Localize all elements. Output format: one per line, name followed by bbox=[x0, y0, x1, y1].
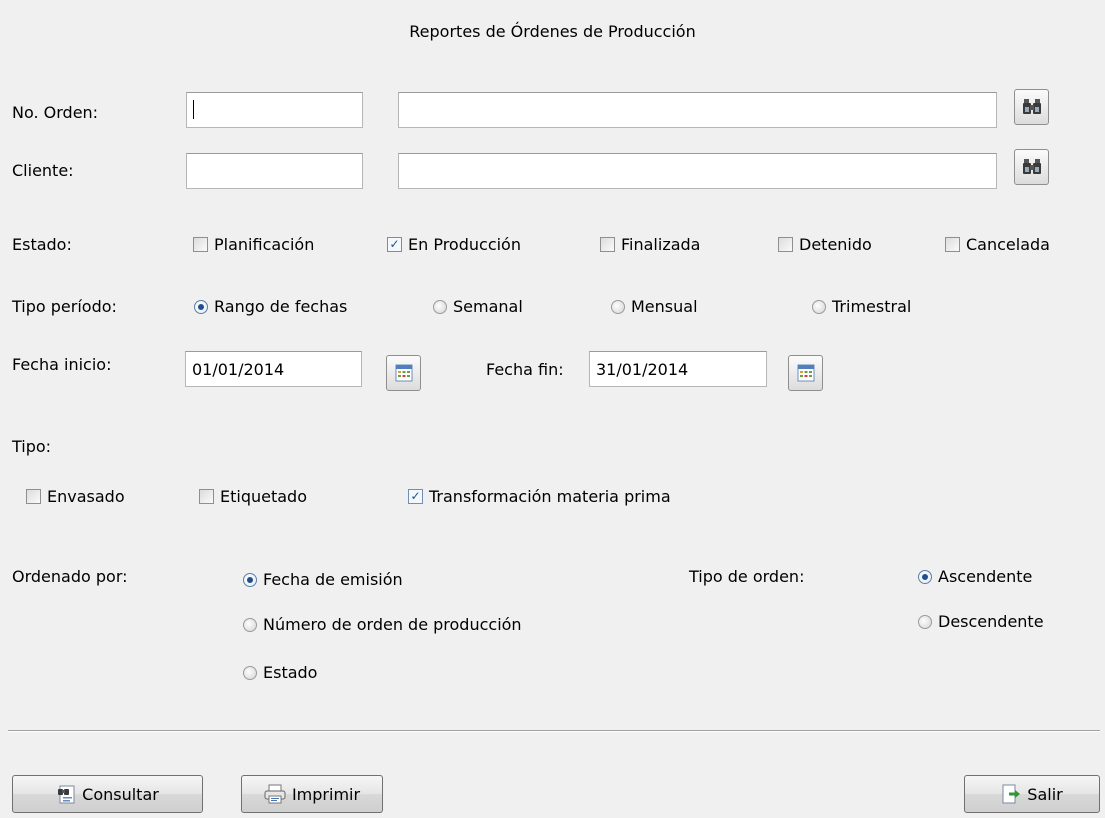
orden-estado-radio[interactable]: Estado bbox=[243, 663, 317, 682]
estado-planificacion-checkbox[interactable]: Planificación bbox=[193, 235, 314, 254]
checkbox-label: Transformación materia prima bbox=[429, 487, 671, 506]
fecha-fin-calendar-button[interactable] bbox=[788, 355, 823, 391]
checkbox-box bbox=[945, 237, 960, 252]
tipo-orden-ascendente-radio[interactable]: Ascendente bbox=[918, 567, 1032, 586]
periodo-trimestral-radio[interactable]: Trimestral bbox=[812, 297, 911, 316]
checkbox-box-checked: ✓ bbox=[387, 237, 402, 252]
orden-code-wrapper bbox=[186, 92, 363, 128]
imprimir-label: Imprimir bbox=[291, 784, 361, 804]
exit-door-icon bbox=[1002, 784, 1021, 804]
calendar-icon bbox=[395, 364, 412, 382]
orden-fecha-emision-radio[interactable]: Fecha de emisión bbox=[243, 570, 403, 589]
radio-circle bbox=[243, 665, 257, 680]
estado-en-produccion-checkbox[interactable]: ✓ En Producción bbox=[387, 235, 521, 254]
consultar-label: Consultar bbox=[82, 784, 159, 804]
radio-circle bbox=[918, 614, 932, 629]
orden-description-input[interactable] bbox=[398, 92, 997, 128]
fecha-fin-label: Fecha fin: bbox=[486, 360, 564, 379]
binoculars-icon bbox=[1022, 99, 1041, 114]
consultar-button[interactable]: Consultar bbox=[12, 775, 203, 813]
checkbox-box bbox=[199, 489, 214, 504]
radio-label: Rango de fechas bbox=[214, 297, 348, 316]
radio-circle bbox=[611, 299, 625, 314]
tipo-orden-descendente-radio[interactable]: Descendente bbox=[918, 612, 1044, 631]
periodo-semanal-radio[interactable]: Semanal bbox=[433, 297, 523, 316]
printer-icon bbox=[264, 784, 286, 804]
radio-label: Ascendente bbox=[938, 567, 1033, 586]
separator-line bbox=[8, 730, 1100, 732]
fecha-inicio-calendar-button[interactable] bbox=[386, 355, 421, 391]
radio-label: Número de orden de producción bbox=[263, 615, 522, 634]
cliente-description-input[interactable] bbox=[398, 153, 997, 189]
cliente-code-input[interactable] bbox=[186, 153, 363, 189]
salir-label: Salir bbox=[1027, 784, 1063, 804]
binoculars-icon bbox=[1022, 159, 1041, 174]
radio-circle bbox=[243, 617, 257, 632]
radio-circle-selected bbox=[918, 569, 932, 584]
checkbox-label: Envasado bbox=[47, 487, 125, 506]
checkbox-box bbox=[778, 237, 793, 252]
fecha-inicio-input[interactable] bbox=[185, 351, 362, 387]
tipo-periodo-label: Tipo período: bbox=[12, 297, 117, 316]
periodo-rango-radio[interactable]: Rango de fechas bbox=[194, 297, 347, 316]
radio-circle bbox=[812, 299, 826, 314]
checkbox-label: Finalizada bbox=[621, 235, 701, 254]
orden-code-input[interactable] bbox=[186, 92, 363, 128]
tipo-envasado-checkbox[interactable]: Envasado bbox=[26, 487, 125, 506]
estado-detenido-checkbox[interactable]: Detenido bbox=[778, 235, 872, 254]
checkbox-label: Etiquetado bbox=[220, 487, 307, 506]
fecha-fin-input[interactable] bbox=[589, 351, 767, 387]
tipo-etiquetado-checkbox[interactable]: Etiquetado bbox=[199, 487, 307, 506]
radio-label: Estado bbox=[263, 663, 318, 682]
radio-circle bbox=[433, 299, 447, 314]
estado-label: Estado: bbox=[12, 235, 72, 254]
checkbox-box bbox=[600, 237, 615, 252]
estado-cancelada-checkbox[interactable]: Cancelada bbox=[945, 235, 1050, 254]
checkbox-label: Planificación bbox=[214, 235, 315, 254]
radio-label: Fecha de emisión bbox=[263, 570, 403, 589]
radio-label: Trimestral bbox=[832, 297, 912, 316]
estado-finalizada-checkbox[interactable]: Finalizada bbox=[600, 235, 700, 254]
tipo-label: Tipo: bbox=[12, 437, 52, 456]
ordenado-por-label: Ordenado por: bbox=[12, 567, 128, 586]
tipo-transformacion-checkbox[interactable]: ✓ Transformación materia prima bbox=[408, 487, 671, 506]
checkbox-box bbox=[26, 489, 41, 504]
binoculars-document-icon bbox=[58, 785, 75, 804]
cliente-search-button[interactable] bbox=[1014, 149, 1049, 185]
checkbox-label: Cancelada bbox=[966, 235, 1050, 254]
radio-circle-selected bbox=[243, 572, 257, 587]
tipo-orden-label: Tipo de orden: bbox=[689, 567, 805, 586]
calendar-icon bbox=[797, 364, 814, 382]
text-caret bbox=[193, 100, 194, 119]
imprimir-button[interactable]: Imprimir bbox=[241, 775, 383, 813]
fecha-inicio-label: Fecha inicio: bbox=[12, 355, 112, 374]
orden-label: No. Orden: bbox=[12, 103, 99, 122]
periodo-mensual-radio[interactable]: Mensual bbox=[611, 297, 698, 316]
orden-numero-radio[interactable]: Número de orden de producción bbox=[243, 615, 522, 634]
checkbox-box-checked: ✓ bbox=[408, 489, 423, 504]
radio-label: Descendente bbox=[938, 612, 1044, 631]
salir-button[interactable]: Salir bbox=[964, 775, 1100, 813]
checkbox-box bbox=[193, 237, 208, 252]
radio-label: Mensual bbox=[631, 297, 698, 316]
checkbox-label: Detenido bbox=[799, 235, 872, 254]
radio-label: Semanal bbox=[453, 297, 523, 316]
page-title: Reportes de Órdenes de Producción bbox=[409, 22, 696, 41]
cliente-label: Cliente: bbox=[12, 161, 74, 180]
orden-search-button[interactable] bbox=[1014, 89, 1049, 125]
radio-circle-selected bbox=[194, 299, 208, 314]
checkbox-label: En Producción bbox=[408, 235, 521, 254]
